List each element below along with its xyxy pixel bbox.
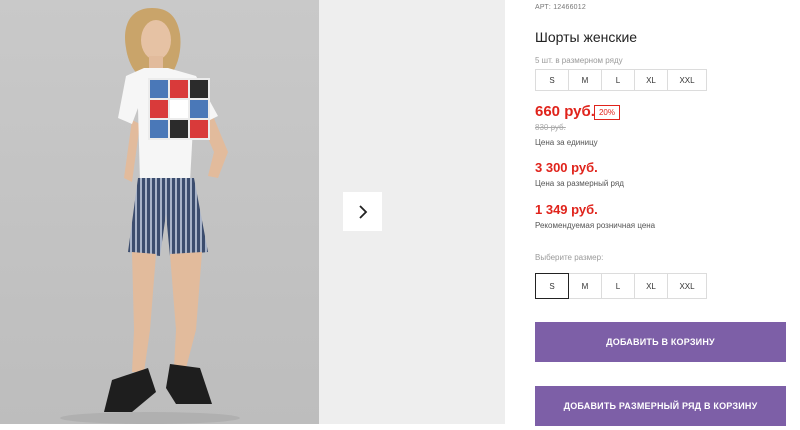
row-price: 3 300 руб. [535,160,598,175]
size-option-xxl[interactable]: XXL [667,273,707,299]
unit-price-label: Цена за единицу [535,138,598,147]
size-picker: S M L XL XXL [535,273,707,299]
unit-price: 660 руб. [535,103,595,120]
product-gallery [0,0,505,430]
next-photo-button[interactable] [343,192,382,231]
size-option-xl[interactable]: XL [634,273,668,299]
product-info: АРТ: 12466012 Шорты женские 5 шт. в разм… [535,0,795,430]
row-price-label: Цена за размерный ряд [535,179,624,188]
discount-badge: 20% [594,105,620,120]
size-option-s[interactable]: S [535,273,569,299]
add-size-row-to-cart-button[interactable]: ДОБАВИТЬ РАЗМЕРНЫЙ РЯД В КОРЗИНУ [535,386,786,426]
rrp-label: Рекомендуемая розничная цена [535,221,656,230]
size-ref-m: M [568,69,602,91]
sku-value: 12466012 [553,4,586,11]
pack-note: 5 шт. в размерном ряду [535,56,623,65]
old-price: 830 руб. [535,123,566,132]
size-ref-xl: XL [634,69,668,91]
product-photo[interactable] [0,0,319,424]
product-title: Шорты женские [535,29,638,45]
chevron-right-icon [358,204,367,219]
rrp-price: 1 349 руб. [535,202,598,217]
size-option-m[interactable]: M [568,273,602,299]
model-illustration [60,8,240,424]
sku-label: АРТ: [535,4,552,11]
size-option-l[interactable]: L [601,273,635,299]
size-ref-l: L [601,69,635,91]
size-ref-xxl: XXL [667,69,707,91]
add-to-cart-button[interactable]: ДОБАВИТЬ В КОРЗИНУ [535,322,786,362]
size-row-reference: S M L XL XXL [535,69,707,91]
choose-size-label: Выберите размер: [535,253,604,262]
sku: АРТ: 12466012 [535,4,586,11]
size-ref-s: S [535,69,569,91]
